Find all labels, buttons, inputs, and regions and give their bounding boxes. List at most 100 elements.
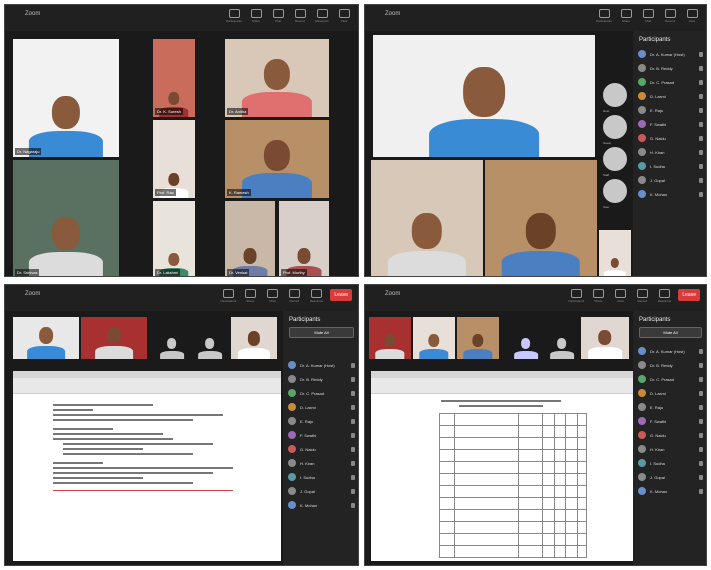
video-tile[interactable]: Prof. Murthy xyxy=(279,201,329,276)
microphone-icon[interactable] xyxy=(699,488,703,494)
participants-icon[interactable]: Participants xyxy=(568,289,584,307)
microphone-icon[interactable] xyxy=(699,121,703,127)
microphone-icon[interactable] xyxy=(351,418,355,424)
participant-avatar[interactable] xyxy=(603,179,627,203)
participant-row[interactable]: G. Naidu xyxy=(283,442,358,456)
record-icon[interactable]: Record xyxy=(634,289,650,307)
participant-row[interactable]: G. Naidu xyxy=(633,131,706,145)
participant-row[interactable]: I. Sudha xyxy=(633,456,706,470)
record-icon[interactable]: Record xyxy=(662,9,678,27)
chat-icon[interactable]: Chat xyxy=(270,9,286,27)
video-tile[interactable]: Dr. Lakshmi xyxy=(153,201,195,276)
microphone-icon[interactable] xyxy=(699,65,703,71)
microphone-icon[interactable] xyxy=(699,432,703,438)
participant-row[interactable]: J. Gopal xyxy=(633,470,706,484)
participant-avatar[interactable] xyxy=(603,83,627,107)
record-icon[interactable]: Record xyxy=(292,9,308,27)
view-icon[interactable]: View xyxy=(684,9,700,27)
microphone-icon[interactable] xyxy=(699,177,703,183)
participant-row[interactable]: J. Gopal xyxy=(283,484,358,498)
reactions-icon[interactable]: Reactions xyxy=(308,289,324,307)
participant-row[interactable]: Dr. A. Kumar (Host) xyxy=(633,47,706,61)
record-icon[interactable]: Record xyxy=(286,289,302,307)
video-tile[interactable] xyxy=(371,160,483,276)
participants-icon[interactable]: Participants xyxy=(226,9,242,27)
microphone-icon[interactable] xyxy=(699,79,703,85)
participant-row[interactable]: D. Laxmi xyxy=(633,89,706,103)
video-tile[interactable] xyxy=(581,317,629,359)
participant-row[interactable]: I. Sudha xyxy=(283,470,358,484)
microphone-icon[interactable] xyxy=(699,135,703,141)
participants-icon[interactable]: Participants xyxy=(220,289,236,307)
participant-row[interactable]: I. Sudha xyxy=(633,159,706,173)
participant-row[interactable]: D. Laxmi xyxy=(633,386,706,400)
participant-row[interactable]: Dr. B. Reddy xyxy=(633,358,706,372)
video-tile[interactable] xyxy=(373,35,595,157)
participant-row[interactable]: Dr. B. Reddy xyxy=(633,61,706,75)
chat-icon[interactable]: Chat xyxy=(264,289,280,307)
participant-row[interactable]: G. Naidu xyxy=(633,428,706,442)
participant-row[interactable]: F. Swathi xyxy=(633,117,706,131)
video-tile[interactable] xyxy=(599,230,631,276)
video-tile[interactable]: Dr. Venkat xyxy=(225,201,275,276)
microphone-icon[interactable] xyxy=(351,502,355,508)
participant-row[interactable]: E. Raju xyxy=(633,103,706,117)
video-tile[interactable]: Dr. K. Suresh xyxy=(153,39,195,117)
chat-icon[interactable]: Chat xyxy=(640,9,656,27)
microphone-icon[interactable] xyxy=(699,418,703,424)
microphone-icon[interactable] xyxy=(699,191,703,197)
microphone-icon[interactable] xyxy=(351,446,355,452)
share-icon[interactable]: Share xyxy=(618,9,634,27)
mute-all-button[interactable]: Mute All xyxy=(639,327,702,338)
microphone-icon[interactable] xyxy=(699,460,703,466)
participant-row[interactable]: Dr. C. Prasad xyxy=(633,75,706,89)
video-tile[interactable] xyxy=(369,317,411,359)
video-tile[interactable]: Dr. Srinivas xyxy=(13,160,119,276)
leave-button[interactable]: Leave xyxy=(678,289,700,301)
microphone-icon[interactable] xyxy=(699,362,703,368)
participant-avatar[interactable] xyxy=(603,147,627,171)
video-tile[interactable] xyxy=(193,317,227,359)
video-tile[interactable]: Dr. Nagaraju xyxy=(13,39,119,157)
share-icon[interactable]: Share xyxy=(590,289,606,307)
video-tile[interactable] xyxy=(155,317,189,359)
microphone-icon[interactable] xyxy=(699,51,703,57)
reactions-icon[interactable]: Reactions xyxy=(314,9,330,27)
video-tile[interactable] xyxy=(413,317,455,359)
participant-avatar[interactable] xyxy=(603,115,627,139)
microphone-icon[interactable] xyxy=(351,488,355,494)
microphone-icon[interactable] xyxy=(351,390,355,396)
microphone-icon[interactable] xyxy=(351,432,355,438)
chat-icon[interactable]: Chat xyxy=(612,289,628,307)
video-tile[interactable] xyxy=(485,160,597,276)
participant-row[interactable]: Dr. C. Prasad xyxy=(633,372,706,386)
microphone-icon[interactable] xyxy=(351,376,355,382)
participant-row[interactable]: K. Mohan xyxy=(633,484,706,498)
share-icon[interactable]: Share xyxy=(242,289,258,307)
participant-row[interactable]: H. Kiran xyxy=(633,442,706,456)
microphone-icon[interactable] xyxy=(351,474,355,480)
view-icon[interactable]: View xyxy=(336,9,352,27)
participant-row[interactable]: Dr. A. Kumar (Host) xyxy=(633,344,706,358)
participant-row[interactable]: H. Kiran xyxy=(283,456,358,470)
participant-row[interactable]: D. Laxmi xyxy=(283,400,358,414)
microphone-icon[interactable] xyxy=(699,376,703,382)
microphone-icon[interactable] xyxy=(699,390,703,396)
video-tile[interactable] xyxy=(509,317,543,359)
microphone-icon[interactable] xyxy=(699,149,703,155)
participant-row[interactable]: E. Raju xyxy=(633,400,706,414)
microphone-icon[interactable] xyxy=(699,446,703,452)
participant-row[interactable]: Dr. A. Kumar (Host) xyxy=(283,358,358,372)
microphone-icon[interactable] xyxy=(351,362,355,368)
video-tile[interactable] xyxy=(231,317,277,359)
participant-row[interactable]: Dr. B. Reddy xyxy=(283,372,358,386)
participant-row[interactable]: F. Swathi xyxy=(283,428,358,442)
mute-all-button[interactable]: Mute All xyxy=(289,327,354,338)
leave-button[interactable]: Leave xyxy=(330,289,352,301)
participant-row[interactable]: H. Kiran xyxy=(633,145,706,159)
microphone-icon[interactable] xyxy=(699,163,703,169)
microphone-icon[interactable] xyxy=(351,404,355,410)
video-tile[interactable]: K. Ramesh xyxy=(225,120,329,198)
microphone-icon[interactable] xyxy=(699,348,703,354)
video-tile[interactable]: Dr. Anitha xyxy=(225,39,329,117)
